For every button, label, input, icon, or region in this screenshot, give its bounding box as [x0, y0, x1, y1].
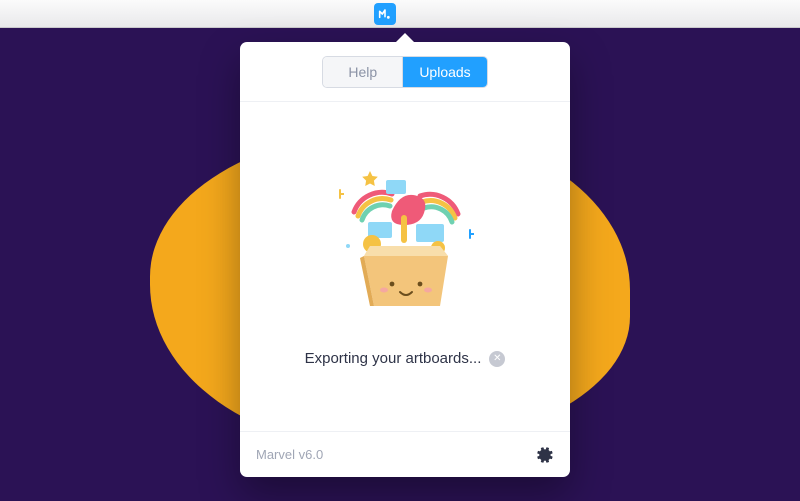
status-row: Exporting your artboards... ✕: [305, 350, 506, 367]
popover-panel: Help Uploads: [240, 42, 570, 477]
popover-footer: Marvel v6.0: [240, 431, 570, 477]
settings-button[interactable]: [536, 446, 554, 464]
box-bursting-icon: [320, 156, 490, 326]
status-message: Exporting your artboards...: [305, 350, 482, 367]
gear-icon: [536, 446, 554, 464]
popover-arrow: [396, 33, 414, 42]
tab-help[interactable]: Help: [323, 57, 403, 87]
marvel-logo-icon: [377, 6, 393, 22]
segmented-control: Help Uploads: [322, 56, 487, 88]
menubar-app-icon[interactable]: [374, 3, 396, 25]
version-label: Marvel v6.0: [256, 447, 323, 462]
cancel-export-button[interactable]: ✕: [489, 351, 505, 367]
tabs-strip: Help Uploads: [240, 42, 570, 102]
tab-uploads[interactable]: Uploads: [403, 57, 486, 87]
popover-body: Exporting your artboards... ✕: [240, 102, 570, 431]
macos-menubar: [0, 0, 800, 28]
uploads-illustration: [320, 156, 490, 326]
